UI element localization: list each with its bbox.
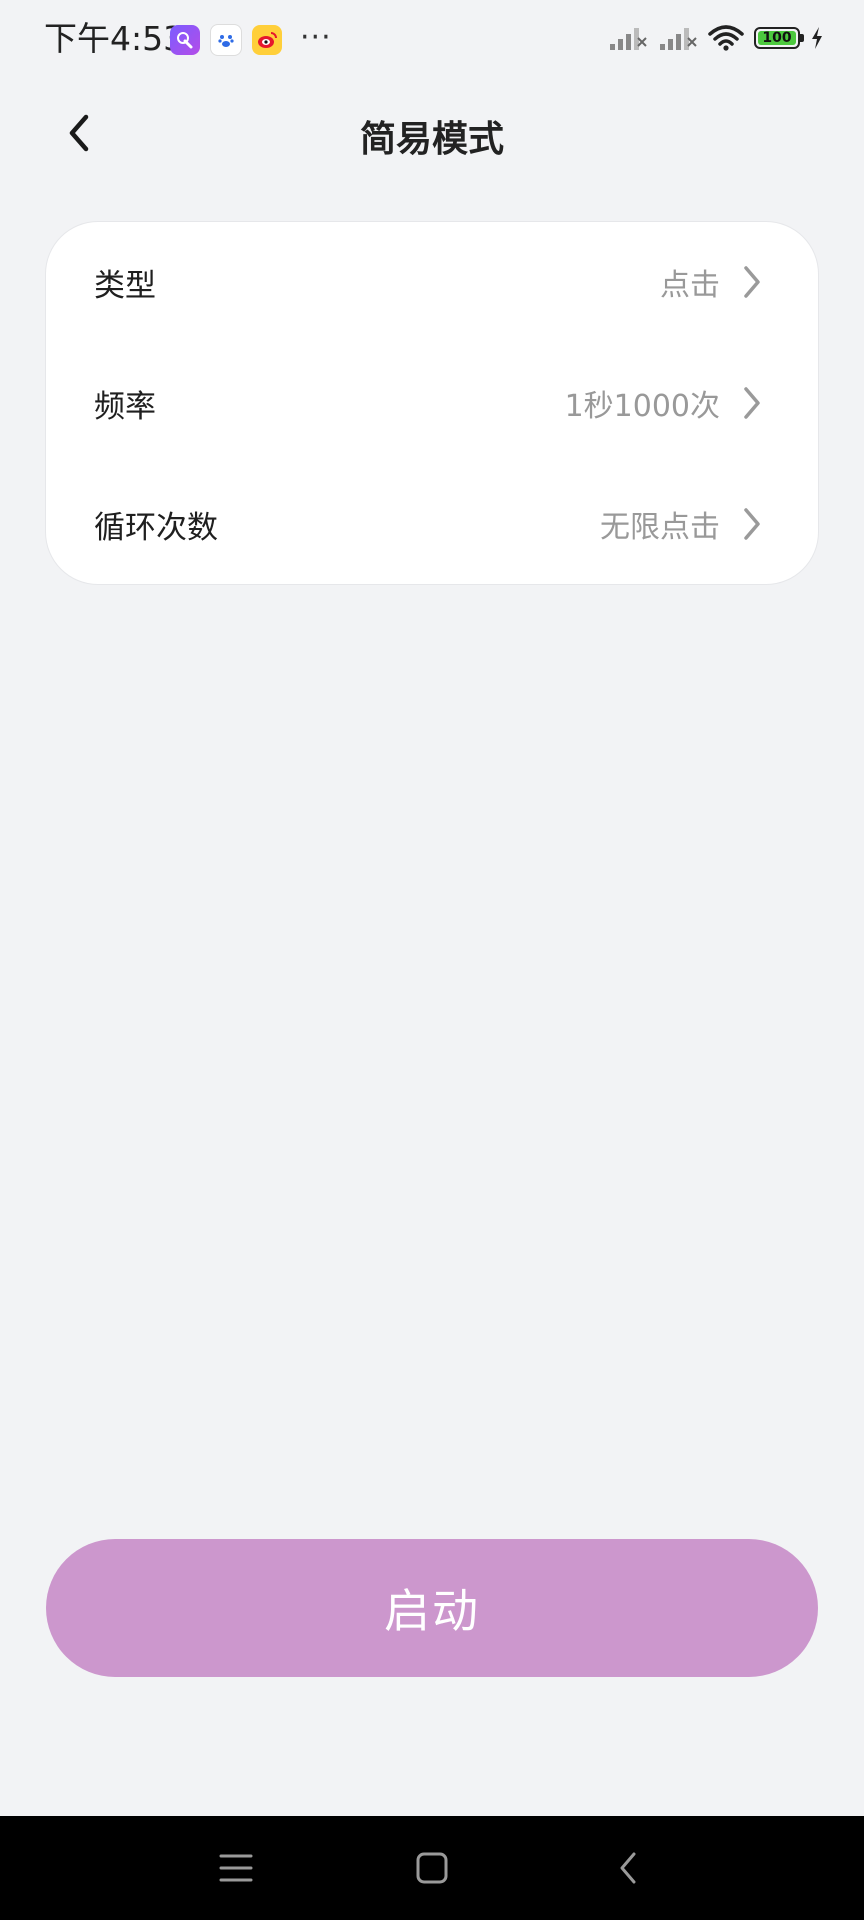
signal-icon — [610, 28, 647, 50]
menu-icon — [219, 1854, 253, 1882]
home-square-icon — [416, 1852, 448, 1884]
weibo-app-icon — [252, 25, 282, 55]
setting-value: 无限点击 — [600, 510, 720, 545]
setting-label: 循环次数 — [94, 509, 218, 546]
charging-icon — [812, 27, 822, 49]
notification-icons — [170, 24, 282, 56]
home-button[interactable] — [410, 1846, 454, 1890]
setting-label: 类型 — [94, 267, 156, 304]
settings-card: 类型 点击 频率 1秒1000次 循环次数 无限点击 — [46, 222, 818, 584]
battery-icon: 100 — [754, 27, 804, 49]
system-nav-bar — [0, 1816, 864, 1920]
setting-row-frequency[interactable]: 频率 1秒1000次 — [46, 343, 818, 463]
clicker-app-icon — [170, 25, 200, 55]
setting-value: 点击 — [660, 268, 720, 303]
setting-label: 频率 — [94, 388, 156, 425]
chevron-right-icon — [738, 385, 766, 421]
chevron-right-icon — [738, 264, 766, 300]
back-triangle-icon — [620, 1852, 636, 1884]
status-time: 下午4:53 — [44, 19, 185, 58]
setting-row-loop-count[interactable]: 循环次数 无限点击 — [46, 464, 818, 584]
battery-level: 100 — [758, 30, 796, 46]
header: 简易模式 — [0, 90, 864, 174]
signal-icon — [660, 28, 697, 50]
system-status-icons: 100 — [608, 24, 824, 52]
page-title: 简易模式 — [359, 119, 504, 160]
status-bar: 下午4:53 ··· 100 — [0, 0, 864, 80]
wifi-icon — [708, 25, 744, 51]
chevron-right-icon — [738, 506, 766, 542]
baidu-app-icon — [210, 24, 242, 56]
more-notifications-icon: ··· — [300, 20, 332, 55]
nav-back-button[interactable] — [606, 1846, 650, 1890]
recent-apps-button[interactable] — [214, 1846, 258, 1890]
start-button[interactable]: 启动 — [46, 1539, 818, 1677]
setting-value: 1秒1000次 — [564, 389, 720, 424]
setting-row-type[interactable]: 类型 点击 — [46, 222, 818, 342]
